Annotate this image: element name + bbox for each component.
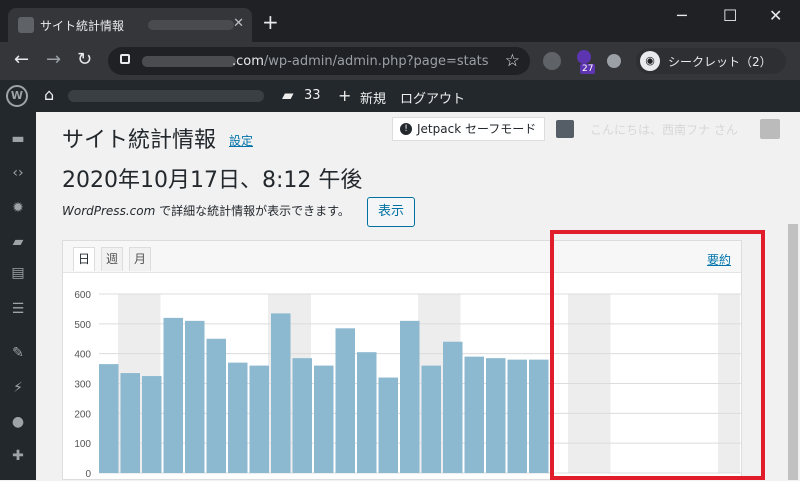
list-icon[interactable]: ☰ (9, 300, 27, 318)
extensions-puzzle-icon[interactable] (607, 54, 621, 68)
y-tick-label: 100 (74, 439, 91, 450)
forward-icon[interactable]: → (46, 50, 61, 70)
incognito-button[interactable]: ◉ シークレット（2） (636, 48, 786, 74)
stats-datetime: 2020年10月17日、8:12 午後 (62, 168, 363, 193)
code-icon[interactable]: ‹› (9, 164, 27, 182)
wp-admin-bar: W ⌂ ▰ 33 + 新規 ログアウト (0, 80, 800, 112)
bookmark-star-icon[interactable]: ☆ (505, 51, 520, 71)
gear-icon[interactable]: ✹ (9, 199, 27, 217)
chart-bar[interactable] (185, 320, 205, 473)
appearance-brush-icon[interactable]: ✎ (9, 344, 27, 362)
y-tick-label: 200 (74, 409, 91, 420)
jetpack-safe-mode-badge[interactable]: Jetpack セーフモード (392, 117, 546, 141)
y-tick-label: 300 (74, 380, 91, 391)
red-highlight-box (550, 230, 765, 480)
y-tick-label: 500 (74, 320, 91, 331)
extension-badge: 27 (580, 64, 596, 74)
browser-tab[interactable]: サイト統計情報 ✕ (8, 8, 252, 42)
settings-link[interactable]: 設定 (229, 132, 253, 149)
home-icon[interactable]: ⌂ (44, 85, 54, 104)
chart-bar[interactable] (292, 358, 313, 473)
tab-day[interactable]: 日 (73, 247, 95, 271)
chart-bar[interactable] (99, 364, 119, 473)
close-tab-icon[interactable]: ✕ (233, 16, 244, 31)
y-tick-label: 0 (85, 469, 91, 480)
incognito-label: シークレット（2） (668, 55, 772, 69)
favicon-icon (18, 17, 34, 33)
tab-week[interactable]: 週 (101, 247, 123, 271)
lock-icon (120, 54, 130, 64)
chart-bar[interactable] (120, 373, 141, 473)
scrollbar[interactable] (786, 112, 800, 480)
redacted-url-text (142, 56, 236, 67)
tools-wrench-icon[interactable]: ✚ (9, 447, 27, 465)
redacted-site-name[interactable] (68, 90, 264, 102)
chart-bar[interactable] (271, 313, 291, 473)
address-bar[interactable]: .com/wp-admin/admin.php?page=stats ☆ (108, 47, 530, 75)
chart-bar[interactable] (314, 365, 334, 473)
url-text: .com/wp-admin/admin.php?page=stats (232, 54, 489, 69)
chart-bar[interactable] (142, 376, 162, 473)
chart-bar[interactable] (335, 328, 356, 473)
chart-bar[interactable] (464, 356, 485, 473)
notification-icon[interactable] (556, 120, 574, 138)
logout-link[interactable]: ログアウト (400, 88, 465, 107)
greeting-text: こんにちは、西南フナ さん (590, 123, 738, 137)
users-icon[interactable]: ● (9, 413, 27, 431)
chart-bar[interactable] (163, 317, 184, 473)
forms-icon[interactable]: ▤ (9, 264, 27, 282)
plugins-icon[interactable]: ⚡ (9, 379, 27, 397)
chart-bar[interactable] (486, 358, 506, 473)
chart-bar[interactable] (529, 359, 549, 473)
browser-toolbar: ← → ↻ .com/wp-admin/admin.php?page=stats… (0, 42, 800, 80)
reload-icon[interactable]: ↻ (77, 50, 92, 70)
tab-month[interactable]: 月 (129, 247, 151, 271)
new-tab-button[interactable]: + (262, 12, 279, 32)
y-tick-label: 400 (74, 350, 91, 361)
show-button[interactable]: 表示 (367, 197, 415, 227)
chart-bar[interactable] (357, 352, 377, 473)
chart-bar[interactable] (378, 377, 399, 473)
new-label[interactable]: 新規 (360, 88, 386, 107)
chart-bar[interactable] (421, 365, 442, 473)
avatar[interactable] (760, 119, 780, 139)
chart-bar[interactable] (507, 359, 528, 473)
chart-bar[interactable] (400, 320, 420, 473)
back-icon[interactable]: ← (14, 50, 29, 70)
page-title: サイト統計情報 (62, 128, 217, 153)
maximize-icon[interactable]: ☐ (723, 6, 737, 25)
window-close-icon[interactable]: ✕ (769, 6, 782, 25)
chart-bar[interactable] (206, 338, 227, 473)
minimize-icon[interactable]: ─ (677, 6, 687, 25)
browser-tab-strip: サイト統計情報 ✕ + ─ ☐ ✕ (0, 0, 800, 42)
comments-icon[interactable]: ▰ (9, 233, 27, 251)
wordpress-com-link: WordPress.com (62, 204, 156, 218)
info-text: WordPress.com で詳細な統計情報が表示できます。 (62, 204, 350, 218)
extension-bolt-icon[interactable] (543, 52, 561, 70)
chart-bar[interactable] (228, 362, 248, 473)
tab-title: サイト統計情報 (40, 19, 125, 33)
comment-bubble-icon[interactable]: ▰ (282, 86, 294, 104)
redacted-tab-text (148, 20, 234, 30)
comments-count[interactable]: 33 (304, 88, 321, 103)
chart-bar[interactable] (249, 365, 270, 473)
dashboard-icon[interactable]: ▬ (9, 130, 27, 148)
chart-bar[interactable] (443, 341, 463, 473)
y-tick-label: 600 (74, 290, 91, 301)
incognito-icon: ◉ (640, 51, 660, 71)
plus-icon[interactable]: + (338, 86, 351, 105)
extension-purple-icon[interactable] (577, 50, 591, 64)
wp-admin-sidebar: ▬ ‹› ✹ ▰ ▤ ☰ ✎ ⚡ ● ✚ (0, 112, 36, 480)
wordpress-logo-icon[interactable]: W (6, 85, 28, 107)
scrollbar-thumb[interactable] (788, 224, 798, 480)
